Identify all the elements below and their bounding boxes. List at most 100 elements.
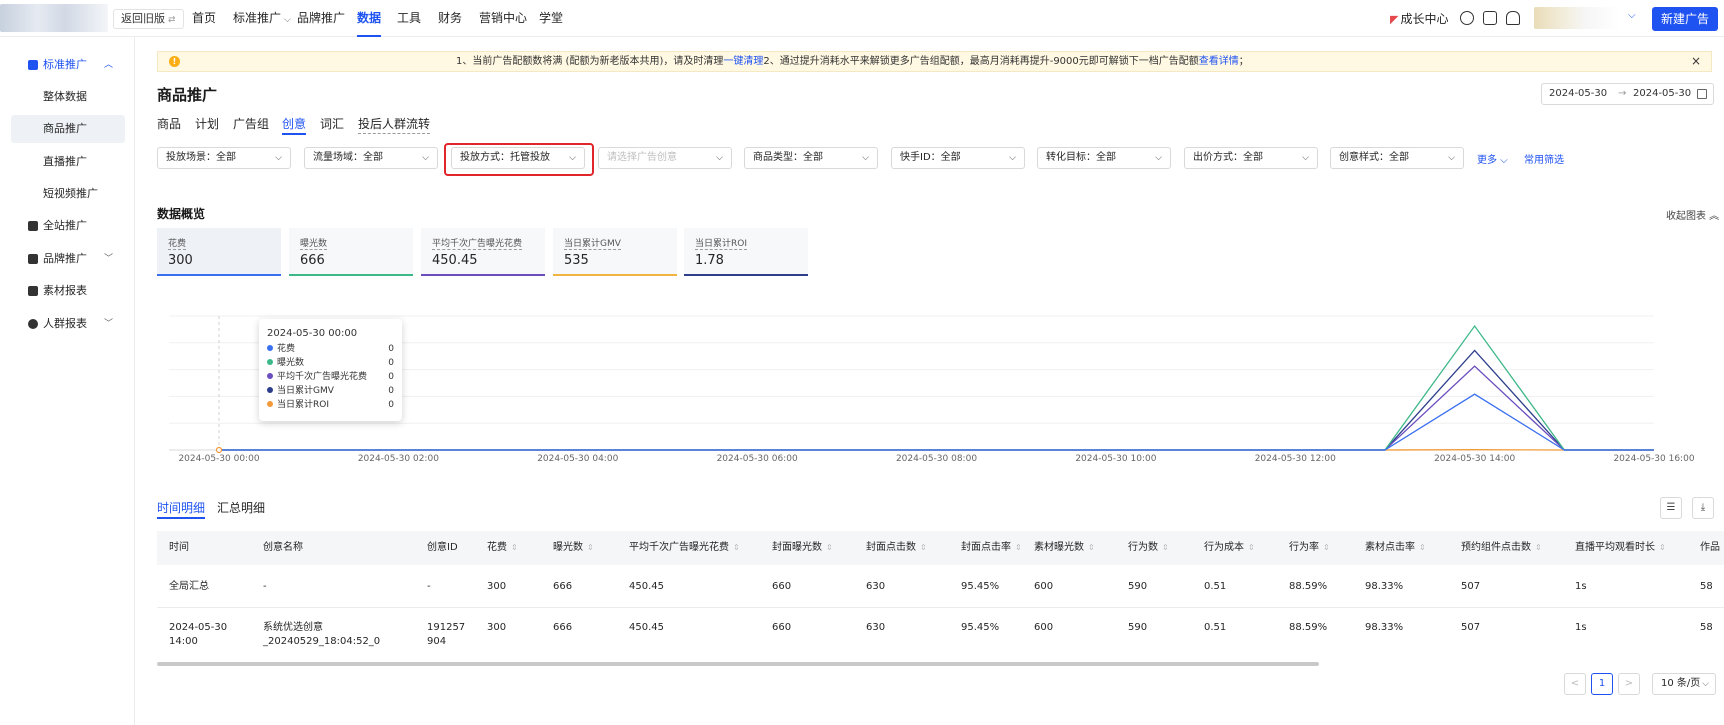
sidebar-item-site-wide-promotion[interactable]: 全站推广 xyxy=(0,212,135,240)
view-details-link[interactable]: 查看详情 xyxy=(1199,56,1239,67)
col-header-cover-ctr[interactable]: 封面点击率 ⇕ xyxy=(961,531,1022,565)
more-filters-button[interactable]: 更多 ⌵ xyxy=(1477,151,1508,166)
new-ad-button[interactable]: 新建广告 xyxy=(1652,7,1718,31)
col-header-cpm[interactable]: 平均千次广告曝光花费 ⇕ xyxy=(629,531,740,565)
sort-icon: ⇕ xyxy=(920,543,927,552)
nav-standard-promotion[interactable]: 标准推广 ⌵ xyxy=(233,0,291,37)
tab-post-audience-flow[interactable]: 投后人群流转 xyxy=(358,115,431,134)
tab-creative[interactable]: 创意 xyxy=(282,115,307,135)
bell-icon[interactable] xyxy=(1506,11,1520,25)
metric-card-cpm[interactable]: 平均千次广告曝光花费 450.45 xyxy=(421,228,545,276)
column-settings-icon[interactable]: ☰ xyxy=(1660,497,1682,519)
one-click-clean-link[interactable]: 一键清理 xyxy=(723,56,763,67)
date-range-picker[interactable]: 2024-05-30 → 2024-05-30 xyxy=(1541,83,1714,105)
next-page-button[interactable]: > xyxy=(1618,673,1640,695)
logo[interactable] xyxy=(0,4,108,32)
sidebar-item-live-promotion[interactable]: 直播推广 xyxy=(11,148,125,176)
col-header-action-cost[interactable]: 行为成本 ⇕ xyxy=(1204,531,1255,565)
tab-time-detail[interactable]: 时间明细 xyxy=(157,499,206,519)
tab-plan[interactable]: 计划 xyxy=(195,115,219,133)
col-header-reservation-clicks[interactable]: 预约组件点击数 ⇕ xyxy=(1461,531,1542,565)
chevron-down-icon: ⌵ xyxy=(716,153,723,163)
chevron-up-icon: ︽ xyxy=(1706,211,1720,222)
notice-text: 2、通过提升消耗水平来解锁更多广告组配额，最高月消耗再提升-9000元即可解锁下… xyxy=(763,56,1199,67)
back-to-old-version-button[interactable]: 返回旧版 ⇄ xyxy=(113,9,184,29)
x-tick-label: 2024-05-30 06:00 xyxy=(717,454,798,464)
chevron-down-icon: ⌵ xyxy=(1009,153,1016,163)
filter-conversion-goal[interactable]: 转化目标：全部 ⌵ xyxy=(1037,147,1171,169)
creative-select[interactable]: 请选择广告创意 ⌵ xyxy=(598,147,732,169)
sidebar-item-product-promotion[interactable]: 商品推广 xyxy=(11,115,125,143)
prev-page-button[interactable]: < xyxy=(1564,673,1586,695)
nav-marketing-center[interactable]: 营销中心 xyxy=(479,0,527,37)
nav-brand-promotion[interactable]: 品牌推广 xyxy=(297,0,345,37)
filter-placement-scene[interactable]: 投放场景：全部 ⌵ xyxy=(157,147,291,169)
col-header-cover-clicks[interactable]: 封面点击数 ⇕ xyxy=(866,531,927,565)
page-title: 商品推广 xyxy=(157,86,218,104)
table-cell: 1s xyxy=(1575,581,1587,592)
checklist-icon[interactable] xyxy=(1483,11,1497,25)
more-label: 更多 xyxy=(1477,155,1497,166)
col-header-impressions[interactable]: 曝光数 ⇕ xyxy=(553,531,594,565)
tab-keywords[interactable]: 词汇 xyxy=(320,115,344,133)
sidebar-item-brand-promotion[interactable]: 品牌推广 ﹀ xyxy=(0,245,135,273)
tab-ad-group[interactable]: 广告组 xyxy=(233,115,269,133)
header-label: 素材点击率 xyxy=(1365,542,1415,553)
chevron-down-icon[interactable]: ⌵ xyxy=(1628,10,1636,21)
tab-summary-detail[interactable]: 汇总明细 xyxy=(217,499,265,517)
growth-center-link[interactable]: ◤ 成长中心 xyxy=(1390,10,1448,27)
col-header-action-rate[interactable]: 行为率 ⇕ xyxy=(1289,531,1330,565)
chevron-down-icon: ⌵ xyxy=(1448,153,1455,163)
sort-icon: ⇕ xyxy=(733,543,740,552)
col-header-cost[interactable]: 花费 ⇕ xyxy=(487,531,518,565)
sort-icon: ⇕ xyxy=(1535,543,1542,552)
calendar-icon xyxy=(1697,89,1707,99)
tab-product[interactable]: 商品 xyxy=(157,115,181,133)
legend-dot xyxy=(267,359,273,365)
close-icon[interactable]: × xyxy=(1691,52,1701,71)
table-cell: 450.45 xyxy=(629,622,664,633)
filter-product-type[interactable]: 商品类型：全部 ⌵ xyxy=(744,147,878,169)
nav-tools[interactable]: 工具 xyxy=(397,0,421,37)
sort-icon: ⇕ xyxy=(1323,543,1330,552)
sort-icon: ⇕ xyxy=(587,543,594,552)
table-cell: 2024-05-30 14:00 xyxy=(169,622,228,647)
nav-home[interactable]: 首页 xyxy=(192,0,216,37)
common-filters-link[interactable]: 常用筛选 xyxy=(1524,151,1564,166)
sidebar-item-overall-data[interactable]: 整体数据 xyxy=(11,83,125,111)
filter-traffic-field[interactable]: 流量场域：全部 ⌵ xyxy=(304,147,438,169)
nav-academy[interactable]: 学堂 xyxy=(539,0,563,37)
x-tick-label: 2024-05-30 12:00 xyxy=(1255,454,1336,464)
sidebar-item-label: 标准推广 xyxy=(43,58,87,71)
metric-card-gmv[interactable]: 当日累计GMV 535 xyxy=(553,228,677,276)
filter-kuaishou-id[interactable]: 快手ID：全部 ⌵ xyxy=(891,147,1025,169)
tooltip-row: 当日累计GMV 0 xyxy=(267,384,394,398)
nav-data[interactable]: 数据 xyxy=(357,0,382,37)
account-avatar[interactable] xyxy=(1534,7,1620,29)
download-icon[interactable]: ⤓ xyxy=(1692,497,1714,519)
metric-card-cost[interactable]: 花费 300 xyxy=(157,228,281,276)
nav-label: 标准推广 xyxy=(233,11,282,25)
metric-card-impressions[interactable]: 曝光数 666 xyxy=(289,228,413,276)
col-header-cover-impressions[interactable]: 封面曝光数 ⇕ xyxy=(772,531,833,565)
table-cell: 0.51 xyxy=(1204,622,1227,633)
col-header-live-avg-watch[interactable]: 直播平均观看时长 ⇕ xyxy=(1575,531,1666,565)
arrow-right-icon: → xyxy=(1618,88,1627,99)
page-size-select[interactable]: 10 条/页 ⌵ xyxy=(1652,673,1716,695)
sidebar-item-standard-promotion[interactable]: 标准推广 ︿ xyxy=(0,51,135,79)
filter-label: 商品类型：全部 xyxy=(753,152,823,163)
metric-card-roi[interactable]: 当日累计ROI 1.78 xyxy=(684,228,808,276)
collapse-chart-button[interactable]: 收起图表 ︽ xyxy=(1666,207,1719,222)
col-header-material-impressions[interactable]: 素材曝光数 ⇕ xyxy=(1034,531,1095,565)
table-horizontal-scrollbar[interactable] xyxy=(157,662,1319,666)
col-header-material-ctr[interactable]: 素材点击率 ⇕ xyxy=(1365,531,1426,565)
sidebar-item-material-report[interactable]: 素材报表 xyxy=(0,277,135,305)
sidebar-item-short-video-promotion[interactable]: 短视频推广 xyxy=(11,180,125,208)
col-header-actions[interactable]: 行为数 ⇕ xyxy=(1128,531,1169,565)
filter-bid-method[interactable]: 出价方式：全部 ⌵ xyxy=(1184,147,1318,169)
sidebar-item-audience-report[interactable]: 人群报表 ﹀ xyxy=(0,310,135,338)
help-icon[interactable] xyxy=(1460,11,1474,25)
nav-finance[interactable]: 财务 xyxy=(438,0,462,37)
filter-creative-style[interactable]: 创意样式：全部 ⌵ xyxy=(1330,147,1464,169)
page-1-button[interactable]: 1 xyxy=(1591,673,1613,695)
